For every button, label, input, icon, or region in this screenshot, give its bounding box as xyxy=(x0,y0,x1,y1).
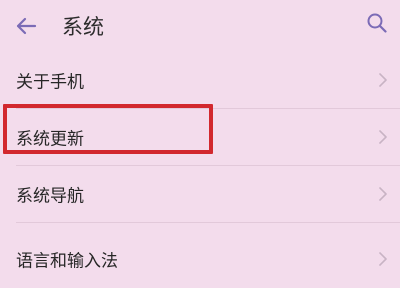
menu-item-about-phone[interactable]: 关于手机 xyxy=(0,52,400,108)
search-icon xyxy=(367,13,387,33)
search-button[interactable] xyxy=(364,10,390,36)
menu-item-label: 关于手机 xyxy=(16,72,84,93)
chevron-right-icon xyxy=(379,130,387,144)
menu-item-label: 系统导航 xyxy=(16,186,84,207)
back-button[interactable] xyxy=(12,12,40,40)
menu-item-label: 系统更新 xyxy=(16,129,84,150)
chevron-right-icon xyxy=(379,252,387,266)
chevron-right-icon xyxy=(379,73,387,87)
top-app-bar: 系统 xyxy=(0,0,400,56)
menu-item-label: 语言和输入法 xyxy=(16,251,118,272)
menu-item-language-input[interactable]: 语言和输入法 xyxy=(0,231,400,287)
page-title: 系统 xyxy=(62,15,104,39)
chevron-right-icon xyxy=(379,187,387,201)
menu-item-system-navigation[interactable]: 系统导航 xyxy=(0,166,400,222)
divider xyxy=(16,222,400,223)
back-arrow-icon xyxy=(16,17,37,35)
menu-item-system-update[interactable]: 系统更新 xyxy=(0,109,400,165)
